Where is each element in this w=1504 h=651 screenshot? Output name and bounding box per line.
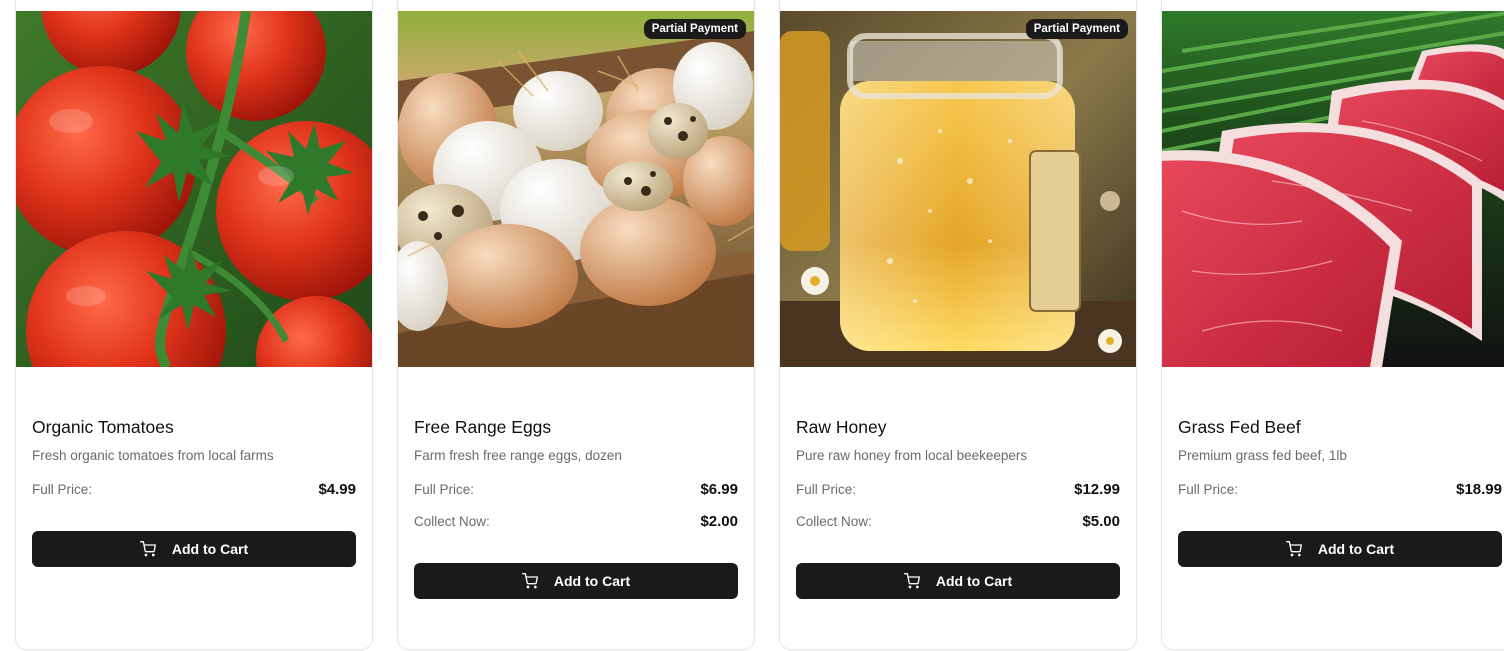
full-price-label: Full Price: [796, 481, 857, 497]
full-price-value: $18.99 [1456, 480, 1502, 498]
add-to-cart-label: Add to Cart [553, 573, 631, 589]
product-description: Farm fresh free range eggs, dozen [414, 448, 622, 463]
product-card: Organic Tomatoes Fresh organic tomatoes … [15, 0, 373, 650]
collect-now-label: Collect Now: [414, 513, 490, 529]
product-description: Premium grass fed beef, 1lb [1178, 448, 1347, 463]
full-price-label: Full Price: [414, 481, 475, 497]
product-title: Grass Fed Beef [1178, 417, 1301, 437]
partial-payment-badge: Partial Payment [1025, 19, 1128, 39]
add-to-cart-button[interactable]: Add to Cart [1178, 531, 1502, 567]
product-description: Pure raw honey from local beekeepers [796, 448, 1028, 463]
tomatoes-image [16, 11, 372, 367]
product-image-eggs[interactable]: Partial Payment [398, 11, 754, 367]
product-grid: Organic Tomatoes Fresh organic tomatoes … [0, 0, 1504, 651]
product-image-honey[interactable]: Partial Payment [780, 11, 1136, 367]
add-to-cart-button[interactable]: Add to Cart [796, 563, 1120, 599]
full-price-row: Full Price: $4.99 [32, 479, 356, 499]
add-to-cart-label: Add to Cart [171, 541, 249, 557]
beef-image [1162, 11, 1504, 367]
collect-now-value: $2.00 [700, 512, 738, 530]
product-title: Organic Tomatoes [32, 417, 174, 437]
full-price-row: Full Price: $18.99 [1178, 479, 1502, 499]
shopping-cart-icon [521, 573, 538, 589]
product-image-tomatoes[interactable] [16, 11, 372, 367]
full-price-value: $12.99 [1074, 480, 1120, 498]
product-title: Free Range Eggs [414, 417, 552, 437]
product-image-beef[interactable] [1162, 11, 1504, 367]
partial-payment-badge: Partial Payment [643, 19, 746, 39]
full-price-label: Full Price: [32, 481, 93, 497]
product-card: Partial Payment Raw Honey Pure raw honey… [779, 0, 1137, 650]
add-to-cart-label: Add to Cart [1317, 541, 1395, 557]
add-to-cart-button[interactable]: Add to Cart [32, 531, 356, 567]
full-price-row: Full Price: $6.99 [414, 479, 738, 499]
product-card: Partial Payment Free Range Eggs Farm fre… [397, 0, 755, 650]
shopping-cart-icon [903, 573, 920, 589]
collect-now-row: Collect Now: $5.00 [796, 511, 1120, 531]
full-price-value: $4.99 [318, 480, 356, 498]
collect-now-label: Collect Now: [796, 513, 872, 529]
add-to-cart-button[interactable]: Add to Cart [414, 563, 738, 599]
full-price-label: Full Price: [1178, 481, 1239, 497]
full-price-row: Full Price: $12.99 [796, 479, 1120, 499]
collect-now-value: $5.00 [1082, 512, 1120, 530]
collect-now-row: Collect Now: $2.00 [414, 511, 738, 531]
product-description: Fresh organic tomatoes from local farms [32, 448, 274, 463]
shopping-cart-icon [139, 541, 156, 557]
eggs-image [398, 11, 754, 367]
product-card: Grass Fed Beef Premium grass fed beef, 1… [1161, 0, 1504, 650]
full-price-value: $6.99 [700, 480, 738, 498]
add-to-cart-label: Add to Cart [935, 573, 1013, 589]
honey-image [780, 11, 1136, 367]
shopping-cart-icon [1285, 541, 1302, 557]
product-title: Raw Honey [796, 417, 887, 437]
